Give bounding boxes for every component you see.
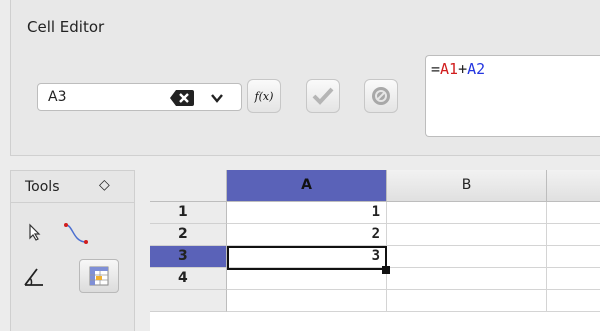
cell-b4[interactable]: [387, 268, 547, 290]
column-header-a[interactable]: A: [227, 170, 387, 202]
fx-label: f(x): [254, 89, 274, 103]
cancel-icon: [372, 87, 390, 105]
chevron-down-icon[interactable]: [210, 91, 224, 105]
spreadsheet-tool[interactable]: [79, 259, 119, 293]
cell-editor-title: Cell Editor: [27, 18, 105, 36]
tools-header[interactable]: Tools ◇: [11, 171, 134, 203]
cell-b2[interactable]: [387, 224, 547, 246]
formula-input[interactable]: =A1+A2: [425, 55, 600, 137]
row-header-3[interactable]: 3: [150, 246, 227, 268]
grid-corner[interactable]: [150, 170, 227, 202]
cell-a2-value: 2: [371, 226, 380, 242]
clear-text-icon[interactable]: [170, 90, 194, 106]
formula-operator: +: [458, 60, 468, 78]
pointer-tool[interactable]: [19, 217, 49, 247]
row-header-1[interactable]: 1: [150, 202, 227, 224]
curve-icon: [64, 223, 88, 244]
cell-a5[interactable]: [227, 290, 387, 312]
tools-panel: Tools ◇: [10, 170, 135, 331]
cell-b5[interactable]: [387, 290, 547, 312]
row-header-2[interactable]: 2: [150, 224, 227, 246]
spreadsheet-grid: ··· A B 1 2 3 4 1 2 3: [150, 170, 600, 331]
cell-c4[interactable]: [547, 268, 600, 290]
row-header-4[interactable]: 4: [150, 268, 227, 290]
cell-a1-value: 1: [371, 204, 380, 220]
column-header-b[interactable]: B: [387, 170, 547, 202]
cell-a4[interactable]: [227, 268, 387, 290]
cell-name-box[interactable]: A3: [37, 83, 242, 111]
cell-a2[interactable]: 2: [227, 224, 387, 246]
cell-a1[interactable]: 1: [227, 202, 387, 224]
cell-name-value: A3: [48, 89, 67, 105]
cell-editor-panel: Cell Editor A3 f(x) =A1+A2: [10, 0, 600, 156]
cell-c2[interactable]: [547, 224, 600, 246]
formula-ref-a1: A1: [440, 60, 459, 78]
formula-ref-a2: A2: [467, 60, 486, 78]
accept-button[interactable]: [306, 79, 340, 113]
cursor-arrow-icon: [29, 223, 41, 241]
angle-tool[interactable]: [19, 261, 49, 291]
fill-handle[interactable]: [382, 266, 390, 274]
curve-tool[interactable]: [61, 217, 91, 247]
spreadsheet-icon: [89, 266, 109, 286]
cell-c1[interactable]: [547, 202, 600, 224]
row-header-5[interactable]: [150, 290, 227, 312]
cell-b3[interactable]: [387, 246, 547, 268]
angle-icon: [24, 268, 43, 286]
cell-cursor: [227, 246, 387, 270]
column-header-next[interactable]: [547, 170, 600, 202]
diamond-icon[interactable]: ◇: [99, 177, 110, 193]
cell-c5[interactable]: [547, 290, 600, 312]
cancel-button[interactable]: [364, 79, 398, 113]
checkmark-icon: [312, 87, 334, 105]
cell-c3[interactable]: [547, 246, 600, 268]
tools-label: Tools: [25, 179, 60, 195]
insert-function-button[interactable]: f(x): [247, 79, 281, 113]
formula-prefix: =: [431, 60, 441, 78]
cell-b1[interactable]: [387, 202, 547, 224]
